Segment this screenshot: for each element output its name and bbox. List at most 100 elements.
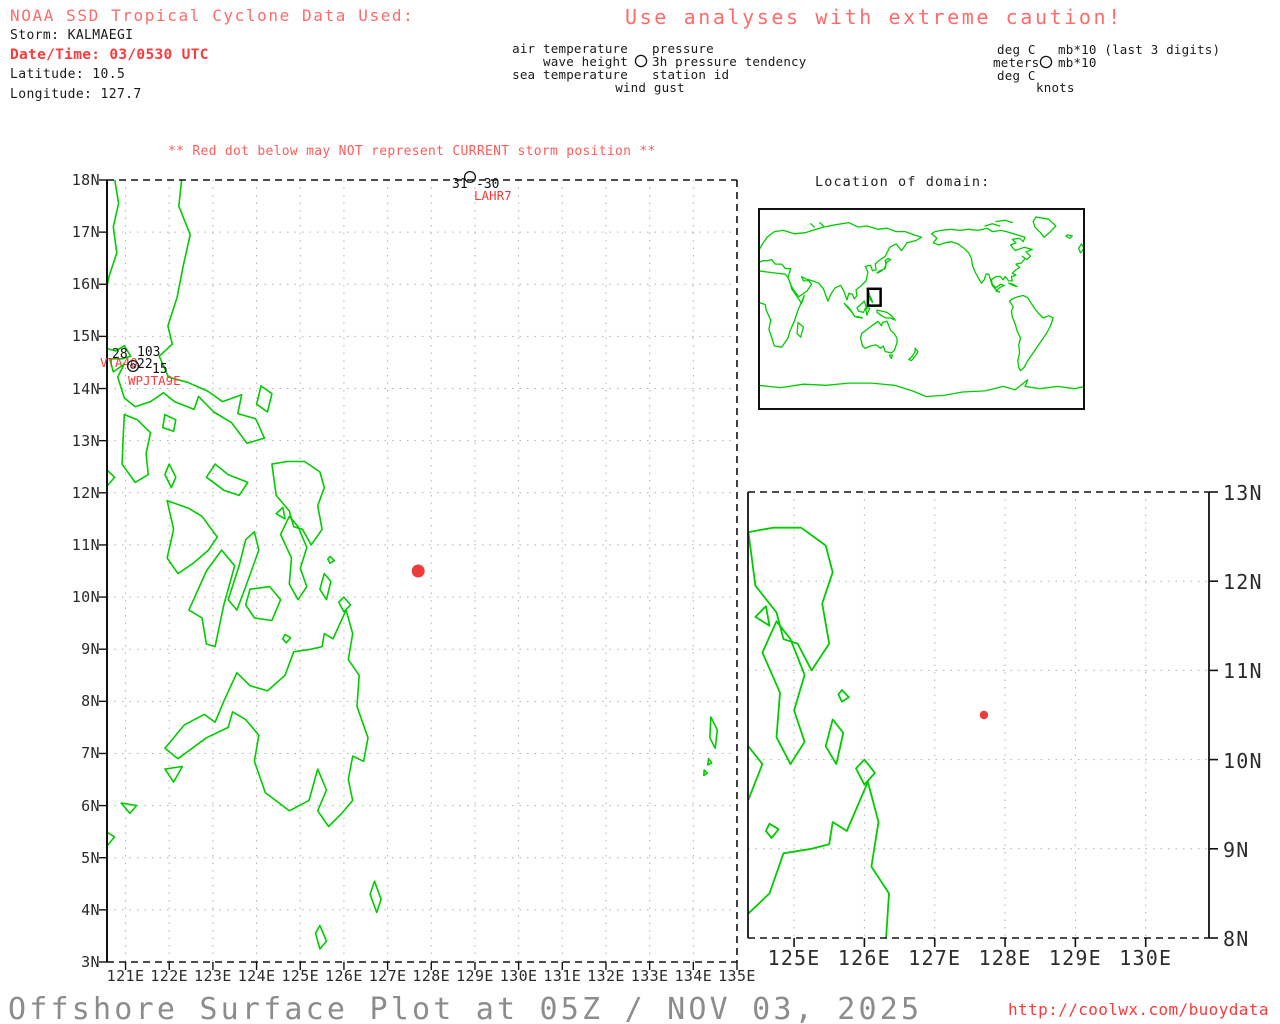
- coastline: [271, 460, 326, 546]
- coastline: [758, 379, 1085, 398]
- station-id: LAHR7: [474, 188, 512, 203]
- plot-title: Offshore Surface Plot at 05Z / NOV 03, 2…: [8, 992, 923, 1024]
- buoy-plot-page: NOAA SSD Tropical Cyclone Data Used: Sto…: [0, 0, 1280, 1024]
- main-y-tick-label: 16N: [71, 275, 100, 294]
- coastline: [754, 605, 771, 627]
- main-y-tick-label: 12N: [71, 483, 100, 502]
- coastline: [709, 716, 719, 750]
- inset-y-tick-label: 8N: [1223, 927, 1250, 951]
- coastline: [761, 620, 806, 765]
- inset-x-tick-label: 126E: [837, 946, 891, 970]
- coastline: [319, 572, 332, 601]
- coastline: [164, 765, 184, 783]
- coastline: [765, 822, 780, 839]
- coastline: [107, 180, 120, 290]
- main-x-tick-label: 124E: [237, 967, 276, 985]
- header-source-line: NOAA SSD Tropical Cyclone Data Used:: [10, 6, 415, 25]
- coastline: [810, 223, 815, 228]
- inset-y-tick-label: 9N: [1223, 837, 1250, 862]
- storm-dot: [411, 564, 425, 578]
- coastline: [164, 463, 177, 489]
- legend-sea-temperature: sea temperature: [512, 67, 628, 82]
- coastline: [107, 180, 266, 445]
- main-y-tick-label: 8N: [81, 692, 100, 711]
- coastline: [369, 880, 382, 914]
- units-wind-gust: knots: [1036, 80, 1075, 95]
- main-x-tick-label: 125E: [281, 967, 320, 985]
- station-air-temp: 28: [112, 347, 128, 362]
- domain-world-map: [758, 208, 1085, 410]
- coastline: [327, 555, 336, 564]
- main-x-tick-label: 128E: [412, 967, 451, 985]
- coastline: [166, 499, 219, 575]
- storm-position-warning: ** Red dot below may NOT represent CURRE…: [168, 144, 656, 159]
- coastline: [865, 307, 871, 316]
- coastline: [758, 221, 923, 302]
- coastline: [1065, 234, 1073, 239]
- coastline: [255, 385, 273, 413]
- coastline: [853, 315, 864, 319]
- main-y-tick-label: 5N: [81, 848, 100, 867]
- coastline: [314, 924, 328, 950]
- header-storm-line: Storm: KALMAEGI: [10, 28, 134, 43]
- coastlines: [758, 216, 1085, 398]
- main-x-tick-label: 122E: [150, 967, 189, 985]
- main-x-tick-label: 134E: [674, 967, 713, 985]
- inset-x-tick-label: 128E: [978, 946, 1032, 970]
- main-x-tick-label: 130E: [499, 967, 538, 985]
- caution-title: Use analyses with extreme caution!: [625, 5, 1123, 29]
- main-y-tick-label: 6N: [81, 796, 100, 815]
- coastline: [1032, 216, 1057, 238]
- main-x-tick-label: 126E: [325, 967, 363, 985]
- coastline: [843, 302, 855, 317]
- grid: [748, 492, 1209, 938]
- main-y-tick-label: 9N: [81, 640, 100, 659]
- inset-map: [747, 491, 1218, 947]
- main-y-tick-label: 7N: [81, 744, 100, 763]
- station-circle-icon: [1039, 55, 1053, 69]
- coastline: [205, 463, 249, 497]
- coastline: [758, 270, 805, 348]
- coastline: [930, 227, 1033, 293]
- inset-x-tick-label: 125E: [767, 946, 821, 970]
- main-x-tick-label: 123E: [194, 967, 232, 985]
- coastline: [703, 769, 709, 777]
- coastline: [908, 347, 919, 362]
- map-border: [747, 491, 1210, 939]
- header-longitude-line: Longitude: 127.7: [10, 87, 142, 102]
- main-y-tick-label: 13N: [71, 431, 100, 450]
- coastline: [748, 526, 834, 672]
- coastline: [889, 354, 894, 360]
- inset-x-tick-label: 129E: [1048, 946, 1102, 970]
- station-id: WPJTA9E: [128, 373, 181, 388]
- coastline: [984, 223, 1001, 227]
- coastline: [120, 802, 138, 815]
- coastline: [876, 309, 896, 321]
- coastline: [824, 718, 845, 765]
- main-x-tick-label: 121E: [106, 967, 145, 985]
- main-x-tick-label: 133E: [630, 967, 669, 985]
- coastline: [244, 585, 282, 622]
- main-x-tick-label: 131E: [543, 967, 582, 985]
- coastline: [282, 633, 292, 644]
- coastline: [121, 413, 152, 484]
- inset-y-tick-label: 13N: [1223, 481, 1263, 505]
- main-map: [99, 179, 738, 970]
- source-url: http://coolwx.com/buoydata: [1008, 1000, 1269, 1019]
- main-x-tick-label: 129E: [456, 967, 494, 985]
- main-y-tick-label: 4N: [81, 900, 100, 919]
- main-y-tick-label: 10N: [71, 588, 100, 607]
- station-wave: 22: [137, 357, 153, 372]
- coastline: [855, 758, 876, 786]
- units-sea-temp: deg C: [997, 68, 1036, 83]
- main-x-tick-label: 135E: [718, 967, 756, 985]
- coastlines: [107, 180, 719, 950]
- main-y-tick-label: 14N: [71, 379, 100, 398]
- coastline: [275, 506, 286, 520]
- coastline: [856, 300, 867, 314]
- coastline: [837, 689, 850, 703]
- station-circle-icon: [634, 54, 648, 68]
- main-y-tick-label: 17N: [71, 223, 100, 242]
- main-y-tick-label: 15N: [71, 327, 100, 346]
- main-y-tick-label: 11N: [71, 535, 100, 554]
